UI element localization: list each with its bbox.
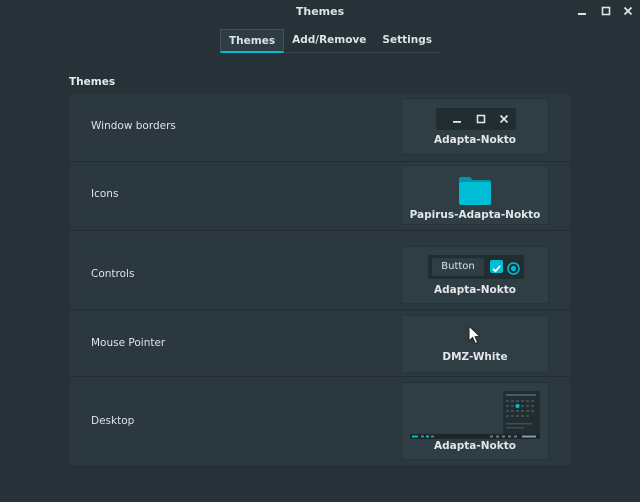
window-border-preview: [436, 108, 516, 130]
minimize-button[interactable]: [575, 4, 589, 18]
row-label: Controls: [91, 268, 135, 280]
minimize-icon: [578, 13, 586, 15]
row-label: Desktop: [91, 415, 135, 427]
mouse-pointer-selector[interactable]: DMZ-White: [401, 315, 549, 373]
maximize-button[interactable]: [599, 4, 613, 18]
theme-name: DMZ-White: [442, 351, 508, 363]
theme-name: Adapta-Nokto: [434, 134, 516, 146]
row-desktop: Desktop Adapta-Nokto: [70, 376, 570, 465]
sample-button: Button: [432, 258, 484, 276]
row-controls: Controls Button Adapta-Nokto: [70, 230, 570, 310]
row-mouse-pointer: Mouse Pointer DMZ-White: [70, 309, 570, 377]
cursor-icon: [468, 325, 482, 345]
maximize-icon: [601, 6, 611, 16]
close-button[interactable]: [621, 4, 635, 18]
tab-add-remove[interactable]: Add/Remove: [284, 29, 375, 53]
close-icon: [498, 113, 510, 125]
tab-bar: Themes Add/Remove Settings: [220, 29, 440, 55]
tab-themes[interactable]: Themes: [220, 29, 285, 53]
desktop-preview-image: [410, 391, 540, 439]
title-bar: Themes: [0, 0, 640, 24]
row-window-borders: Window borders Adapta-Nokto: [70, 94, 570, 162]
desktop-selector[interactable]: Adapta-Nokto: [401, 382, 549, 460]
folder-icon: [459, 177, 491, 205]
controls-selector[interactable]: Button Adapta-Nokto: [401, 246, 549, 304]
theme-name: Papirus-Adapta-Nokto: [409, 209, 541, 221]
radio-icon: [507, 260, 520, 275]
maximize-icon: [475, 113, 487, 125]
checkbox-icon: [490, 260, 503, 273]
window-borders-selector[interactable]: Adapta-Nokto: [401, 98, 549, 155]
row-icons: Icons Papirus-Adapta-Nokto: [70, 161, 570, 231]
theme-name: Adapta-Nokto: [434, 284, 516, 296]
theme-name: Adapta-Nokto: [434, 440, 516, 452]
themes-panel: Window borders Adapta-Nokto Icons Papiru…: [70, 94, 570, 465]
row-label: Icons: [91, 188, 119, 200]
controls-preview: Button: [428, 255, 524, 279]
row-label: Window borders: [91, 120, 176, 132]
icons-selector[interactable]: Papirus-Adapta-Nokto: [401, 165, 549, 225]
tab-settings[interactable]: Settings: [374, 29, 440, 53]
close-icon: [623, 6, 633, 16]
window-title: Themes: [295, 5, 345, 18]
section-title: Themes: [69, 76, 116, 88]
minimize-icon: [451, 113, 463, 125]
row-label: Mouse Pointer: [91, 337, 166, 349]
